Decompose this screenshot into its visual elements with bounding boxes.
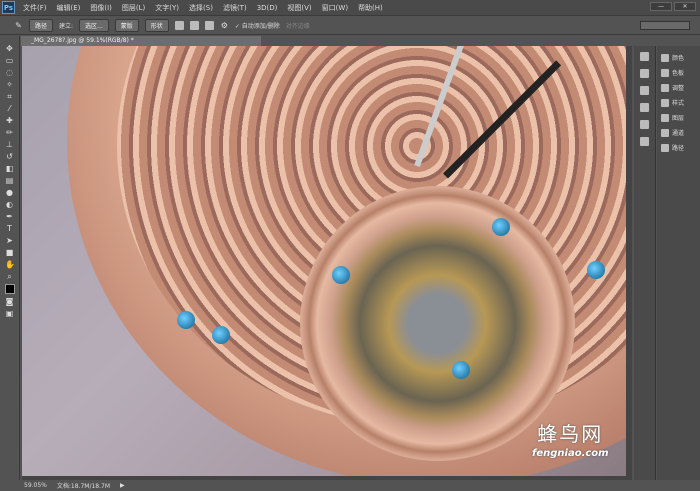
- gradient-tool-icon[interactable]: ▤: [5, 176, 14, 185]
- menu-select[interactable]: 选择(S): [189, 3, 213, 13]
- healing-tool-icon[interactable]: ✚: [5, 116, 14, 125]
- watermark-url: fengniao.com: [532, 448, 609, 459]
- hand-tool-icon[interactable]: ✋: [5, 260, 15, 269]
- panel-label: 调整: [672, 85, 685, 92]
- pen-tool-icon[interactable]: ✎: [14, 21, 23, 30]
- panel-label: 色板: [672, 70, 685, 77]
- path-alignment-icon[interactable]: [189, 20, 199, 30]
- blue-screw: [492, 218, 510, 236]
- selection-button[interactable]: 选区...: [79, 18, 109, 32]
- paths-icon: [661, 143, 669, 152]
- menu-layer[interactable]: 图层(L): [122, 3, 145, 13]
- mode-select[interactable]: 路径: [29, 18, 54, 32]
- panel-layers[interactable]: 图层: [657, 110, 700, 125]
- menu-filter[interactable]: 滤镜(T): [223, 3, 247, 13]
- panel-paths[interactable]: 路径: [657, 140, 700, 155]
- panel-swatches[interactable]: 色板: [657, 65, 700, 80]
- auto-add-delete-checkbox[interactable]: ✓ 自动添加/删除: [235, 21, 280, 30]
- lasso-tool-icon[interactable]: ◌: [5, 68, 14, 77]
- menu-3d[interactable]: 3D(D): [257, 4, 278, 12]
- minimize-button[interactable]: —: [650, 2, 672, 11]
- eyedropper-tool-icon[interactable]: ⁄: [5, 104, 14, 113]
- blue-screw: [587, 261, 605, 279]
- gear-icon[interactable]: ⚙: [220, 21, 229, 30]
- panel-label: 样式: [672, 100, 685, 107]
- menu-bar: Ps 文件(F) 编辑(E) 图像(I) 图层(L) 文字(Y) 选择(S) 滤…: [0, 0, 700, 15]
- zoom-tool-icon[interactable]: ⌕: [5, 272, 14, 281]
- blue-screw: [212, 326, 230, 344]
- color-icon: [661, 53, 669, 62]
- move-tool-icon[interactable]: ✥: [5, 44, 14, 53]
- styles-icon: [661, 98, 669, 107]
- blue-screw: [177, 311, 195, 329]
- blue-screw: [332, 266, 350, 284]
- channels-icon: [661, 128, 669, 137]
- quick-select-tool-icon[interactable]: ✧: [5, 80, 14, 89]
- clone-source-icon[interactable]: [640, 103, 649, 112]
- photoshop-logo: Ps: [2, 1, 15, 14]
- menu-image[interactable]: 图像(I): [90, 3, 112, 13]
- type-tool-icon[interactable]: T: [5, 224, 14, 233]
- actions-icon[interactable]: [640, 69, 649, 78]
- shape-button[interactable]: 形状: [144, 18, 169, 32]
- character-icon[interactable]: [640, 120, 649, 129]
- close-button[interactable]: ✕: [674, 2, 696, 11]
- screen-mode-icon[interactable]: ▣: [5, 309, 14, 318]
- path-select-tool-icon[interactable]: ➤: [5, 236, 14, 245]
- menu-edit[interactable]: 编辑(E): [57, 3, 81, 13]
- menu-file[interactable]: 文件(F): [23, 3, 47, 13]
- status-menu-arrow-icon[interactable]: ▶: [120, 482, 125, 489]
- brush-presets-icon[interactable]: [640, 86, 649, 95]
- path-operations-icon[interactable]: [174, 20, 184, 30]
- zoom-level[interactable]: 59.05%: [24, 482, 47, 489]
- crop-tool-icon[interactable]: ⌗: [5, 92, 14, 101]
- options-bar: ✎ 路径 建立: 选区... 蒙版 形状 ⚙ ✓ 自动添加/删除 对齐边缘: [0, 15, 700, 35]
- make-label: 建立:: [59, 22, 74, 30]
- panel-label: 通道: [672, 130, 685, 137]
- marquee-tool-icon[interactable]: ▭: [5, 56, 14, 65]
- document-canvas[interactable]: 蜂鸟网 fengniao.com: [22, 46, 626, 480]
- panel-label: 图层: [672, 115, 685, 122]
- auto-add-delete-label: 自动添加/删除: [241, 22, 280, 30]
- document-tab[interactable]: _MG_2678?.jpg @ 59.1%(RGB/8) *: [21, 36, 261, 46]
- blur-tool-icon[interactable]: ●: [5, 188, 14, 197]
- menu-window[interactable]: 窗口(W): [322, 3, 348, 13]
- panel-label: 路径: [672, 145, 685, 152]
- workspace-select[interactable]: [640, 21, 690, 30]
- panel-dock: 颜色 色板 调整 样式 图层 通道 路径: [657, 46, 700, 480]
- eraser-tool-icon[interactable]: ◧: [5, 164, 14, 173]
- collapsed-panel-dock: [634, 46, 656, 480]
- panel-adjustments[interactable]: 调整: [657, 80, 700, 95]
- swatches-icon: [661, 68, 669, 77]
- menu-type[interactable]: 文字(Y): [155, 3, 179, 13]
- panel-color[interactable]: 颜色: [657, 50, 700, 65]
- mask-button[interactable]: 蒙版: [114, 18, 139, 32]
- dodge-tool-icon[interactable]: ◐: [5, 200, 14, 209]
- toolbox: ✥ ▭ ◌ ✧ ⌗ ⁄ ✚ ✏ ⊥ ↺ ◧ ▤ ● ◐ ✒ T ➤ ■ ✋ ⌕ …: [0, 36, 20, 480]
- history-brush-icon[interactable]: ↺: [5, 152, 14, 161]
- path-arrangement-icon[interactable]: [204, 20, 214, 30]
- panel-channels[interactable]: 通道: [657, 125, 700, 140]
- watermark-brand: 蜂鸟网: [537, 422, 604, 446]
- history-icon[interactable]: [640, 52, 649, 61]
- blue-screw: [452, 361, 470, 379]
- paragraph-icon[interactable]: [640, 137, 649, 146]
- shape-tool-icon[interactable]: ■: [5, 248, 14, 257]
- menu-help[interactable]: 帮助(H): [358, 3, 383, 13]
- align-edges-checkbox[interactable]: 对齐边缘: [286, 21, 310, 30]
- document-size: 文档:18.7M/18.7M: [56, 483, 111, 490]
- adjustments-icon: [661, 83, 669, 92]
- pen-tool-icon[interactable]: ✒: [5, 212, 14, 221]
- panel-styles[interactable]: 样式: [657, 95, 700, 110]
- stamp-tool-icon[interactable]: ⊥: [5, 140, 14, 149]
- watermark: 蜂鸟网 fengniao.com: [532, 418, 609, 459]
- layers-icon: [661, 113, 669, 122]
- foreground-color-swatch[interactable]: [4, 284, 15, 294]
- menu-view[interactable]: 视图(V): [287, 3, 311, 13]
- brush-tool-icon[interactable]: ✏: [5, 128, 14, 137]
- quick-mask-icon[interactable]: ◙: [5, 297, 14, 306]
- vertical-scrollbar[interactable]: [626, 46, 632, 480]
- status-bar: 59.05% 文档:18.7M/18.7M ▶: [20, 480, 700, 491]
- panel-label: 颜色: [672, 55, 685, 62]
